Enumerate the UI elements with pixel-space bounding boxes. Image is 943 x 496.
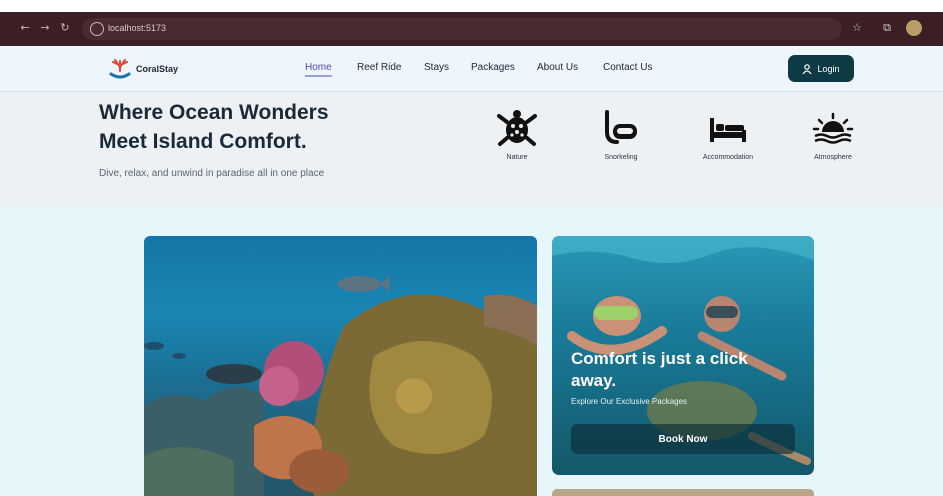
promo-headline: Comfort is just a click away. bbox=[571, 349, 748, 390]
nav-link-packages[interactable]: Packages bbox=[471, 62, 515, 73]
feature-snorkeling: Snorkeling bbox=[576, 108, 666, 161]
bed-icon bbox=[710, 118, 746, 142]
back-arrow-icon[interactable]: ← bbox=[18, 21, 32, 35]
hero-subtitle: Dive, relax, and unwind in paradise all … bbox=[99, 168, 325, 179]
address-bar[interactable]: localhost:5173 bbox=[82, 18, 842, 40]
nav-link-stays[interactable]: Stays bbox=[424, 62, 449, 73]
coral-logo-icon bbox=[109, 59, 131, 79]
next-card-peek bbox=[552, 489, 814, 496]
feature-label-atmosphere: Atmosphere bbox=[814, 154, 852, 161]
nav-link-contact-us[interactable]: Contact Us bbox=[603, 62, 652, 73]
book-now-button[interactable]: Book Now bbox=[571, 424, 795, 454]
login-button[interactable]: Login bbox=[788, 55, 854, 82]
logo-text: CoralStay bbox=[136, 64, 179, 74]
nav-link-home[interactable]: Home bbox=[305, 62, 332, 77]
user-icon bbox=[802, 63, 812, 74]
profile-avatar[interactable] bbox=[906, 20, 922, 36]
feature-atmosphere: Atmosphere bbox=[788, 108, 878, 161]
snorkel-mask-icon bbox=[605, 110, 637, 144]
site-navbar: CoralStay Home Reef Ride Stays Packages … bbox=[0, 46, 943, 92]
feature-label-nature: Nature bbox=[506, 154, 528, 161]
coral-reef-illustration bbox=[144, 276, 537, 496]
nav-link-about-us[interactable]: About Us bbox=[537, 62, 578, 73]
coral-reef-image bbox=[144, 236, 537, 496]
window-top-band bbox=[0, 0, 943, 12]
hero-section: Where Ocean Wonders Meet Island Comfort.… bbox=[0, 92, 943, 206]
site-info-icon[interactable] bbox=[90, 22, 104, 36]
extensions-icon[interactable]: ⧉ bbox=[880, 21, 894, 35]
feature-accommodation: Accommodation bbox=[683, 108, 773, 161]
promo-card: Comfort is just a click away. Explore Ou… bbox=[552, 236, 814, 475]
sunset-icon bbox=[812, 112, 854, 144]
hero-title: Where Ocean Wonders Meet Island Comfort. bbox=[99, 98, 399, 156]
promo-subtext: Explore Our Exclusive Packages bbox=[571, 397, 688, 406]
hero-title-line-1: Where Ocean Wonders bbox=[99, 101, 329, 124]
feature-label-accommodation: Accommodation bbox=[702, 154, 754, 161]
address-bar-url: localhost:5173 bbox=[108, 23, 167, 33]
bookmark-star-icon[interactable]: ☆ bbox=[850, 21, 864, 35]
reload-icon[interactable]: ↻ bbox=[58, 21, 72, 35]
login-button-label: Login bbox=[817, 63, 840, 74]
feature-nature: Nature bbox=[472, 108, 562, 161]
forward-arrow-icon[interactable]: → bbox=[38, 21, 52, 35]
site-logo[interactable]: CoralStay bbox=[108, 54, 178, 84]
hero-title-line-2: Meet Island Comfort. bbox=[99, 130, 307, 153]
turtle-icon bbox=[497, 110, 537, 146]
nav-link-reef-ride[interactable]: Reef Ride bbox=[357, 62, 401, 73]
feature-label-snorkeling: Snorkeling bbox=[604, 154, 638, 161]
browser-toolbar: ← → ↻ localhost:5173 ☆ ⧉ bbox=[0, 12, 943, 46]
